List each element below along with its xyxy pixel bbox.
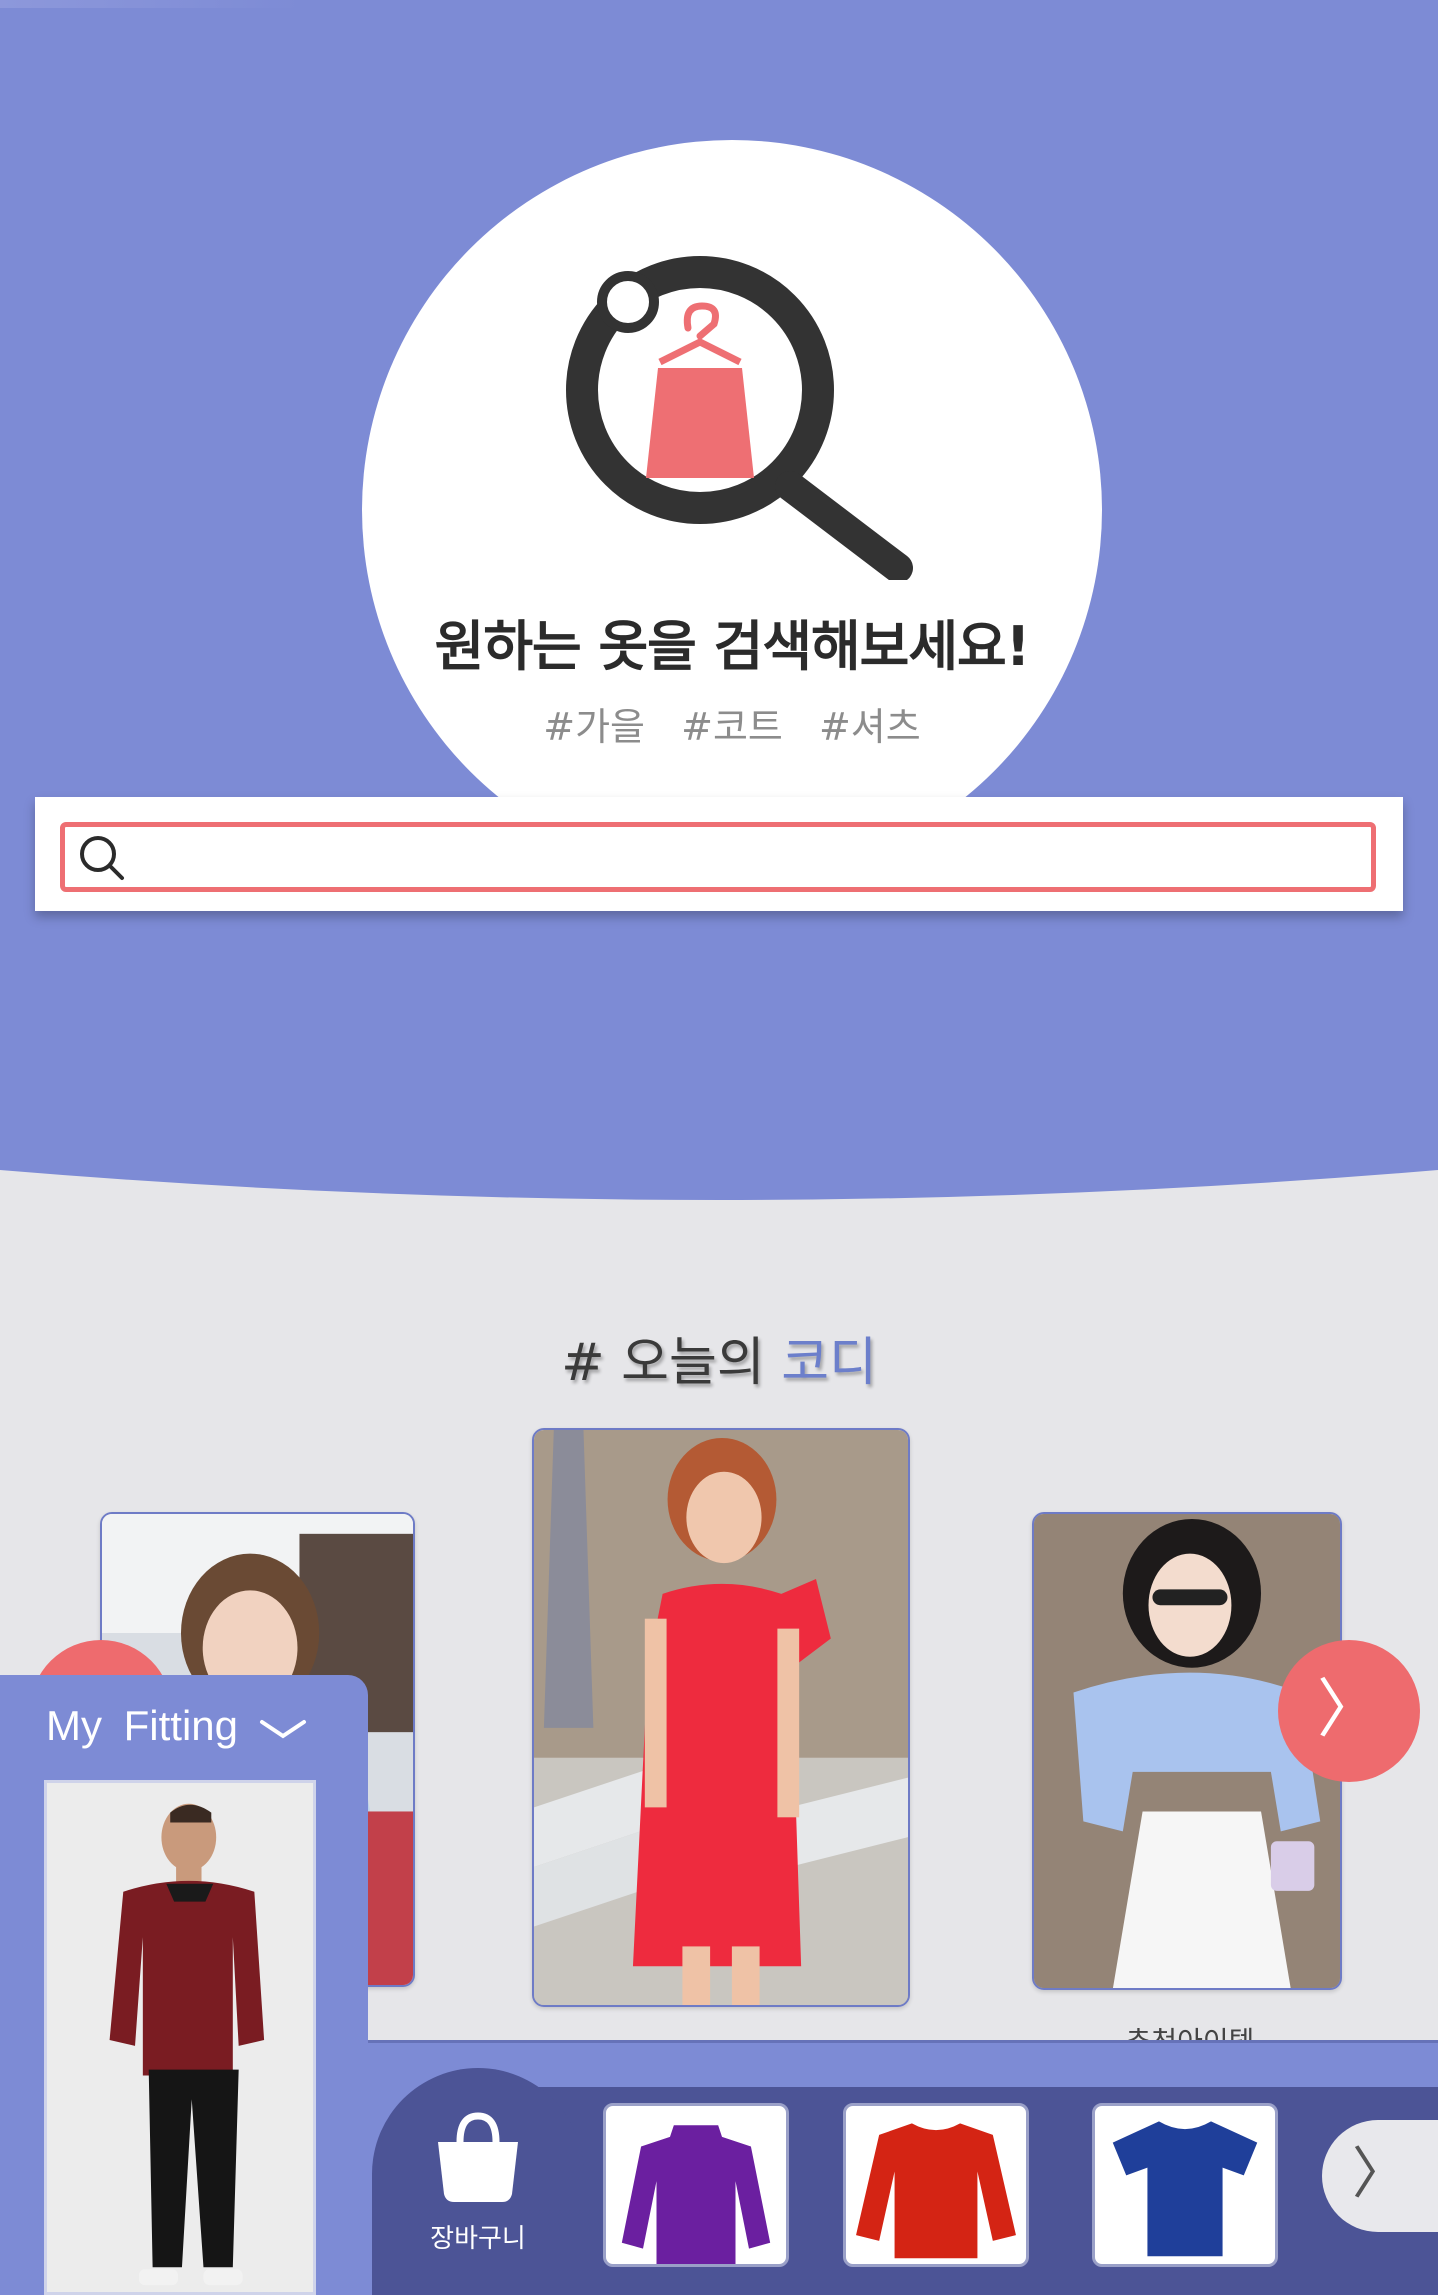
shopping-bag-icon[interactable] xyxy=(430,2108,526,2204)
codi-next-button[interactable]: 〉 xyxy=(1278,1640,1420,1782)
tag-autumn[interactable]: #가을 xyxy=(543,705,645,749)
tag-shirt[interactable]: #셔츠 xyxy=(819,705,921,749)
item-thumb-blue-tshirt[interactable] xyxy=(1092,2103,1278,2267)
codi-title-accent: 코디 xyxy=(781,1333,877,1393)
items-next-button[interactable]: 〉 xyxy=(1322,2120,1438,2232)
codi-photo-center xyxy=(534,1430,908,2005)
search-input[interactable] xyxy=(140,832,1360,882)
my-fitting-title: My Fitting xyxy=(46,1702,239,1749)
hero-tags: #가을 #코트 #셔츠 xyxy=(362,696,1102,751)
top-strip xyxy=(0,0,300,8)
my-fitting-photo[interactable] xyxy=(44,1780,316,2295)
today-codi-title: # 오늘의 코디 xyxy=(0,1320,1438,1395)
search-icon[interactable] xyxy=(76,832,128,884)
codi-title-prefix: # 오늘의 xyxy=(561,1333,782,1393)
cart-label[interactable]: 장바구니 xyxy=(400,2218,556,2255)
fitting-model-image xyxy=(47,1783,313,2292)
red-longsleeve-image xyxy=(856,2123,1016,2259)
codi-card-center[interactable] xyxy=(532,1428,910,2007)
tag-coat[interactable]: #코트 xyxy=(681,705,783,749)
item-thumb-red-longsleeve[interactable] xyxy=(843,2103,1029,2267)
item-thumb-purple-turtleneck[interactable] xyxy=(603,2103,789,2267)
magnifier-hanger-bag-icon xyxy=(566,256,913,580)
purple-turtleneck-image xyxy=(621,2125,771,2264)
hero-title: 원하는 옷을 검색해보세요! xyxy=(434,615,1031,678)
chevron-down-icon[interactable] xyxy=(258,1714,308,1744)
blue-tshirt-image xyxy=(1112,2121,1258,2257)
